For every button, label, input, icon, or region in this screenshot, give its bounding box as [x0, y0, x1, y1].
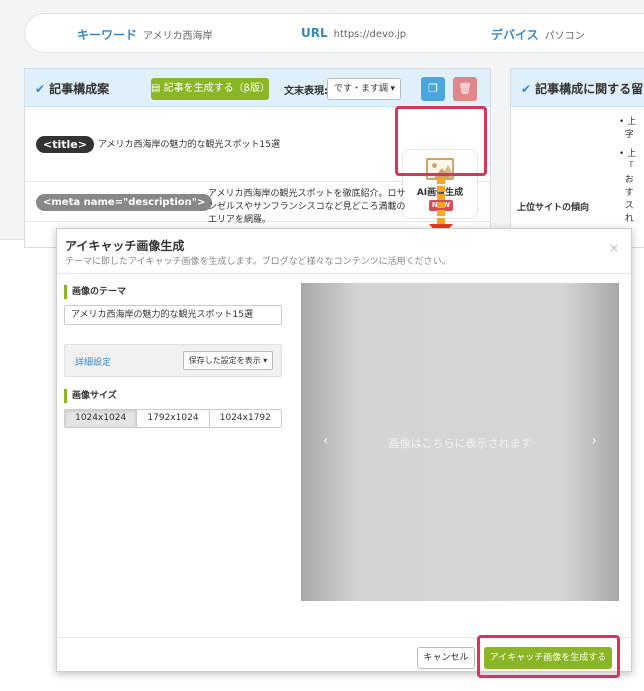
modal-subtitle: テーマに即したアイキャッチ画像を生成します。ブログなど様々なコンテンツに活用くだ… [65, 257, 451, 267]
detail-settings: 詳細設定 保存した設定を表示 ▾ [64, 344, 282, 377]
cancel-button[interactable]: キャンセル [417, 647, 475, 669]
notes-panel-title: ✔ 記事構成に関する留 [521, 82, 644, 96]
notes-bullet: れ [624, 214, 634, 224]
description-tag: <meta name="description"> [36, 194, 213, 211]
trend-label: 上位サイトの傾向 [517, 203, 590, 213]
copy-icon: ❐ [428, 82, 438, 95]
generate-button-highlight [477, 635, 620, 678]
notes-panel-header: ✔ 記事構成に関する留 [511, 69, 644, 107]
next-arrow-icon[interactable]: › [591, 433, 597, 449]
notes-bullet: • 上 [619, 149, 637, 159]
ending-style-label: 文末表現: [284, 86, 328, 97]
notes-bullet: お [624, 175, 634, 185]
size-option-1792x1024[interactable]: 1792x1024 [137, 410, 210, 427]
image-preview: ‹ 画像はこちらに表示されます › [301, 283, 619, 601]
title-tag: <title> [36, 136, 94, 153]
theme-input[interactable]: アメリカ西海岸の魅力的な観光スポット15選 [64, 305, 282, 325]
structure-panel-title: ✔ 記事構成案 [35, 82, 110, 96]
delete-button[interactable]: 🗑 [453, 77, 477, 101]
generate-article-button[interactable]: ▤ 記事を生成する（β版） [151, 78, 270, 100]
ending-style-select[interactable]: です・ます調 [327, 78, 401, 100]
title-text: アメリカ西海岸の魅力的な観光スポット15選 [98, 140, 281, 150]
document-icon: ▤ [151, 83, 164, 94]
notes-bullets: • 上 字 • 上 「 お す ス れ [619, 116, 636, 226]
notes-bullet: す [624, 188, 634, 198]
notes-bullet: ス [624, 201, 634, 211]
keyword-label: キーワード [77, 28, 138, 42]
device-label: デバイス [491, 28, 539, 42]
keyword-value: アメリカ西海岸 [143, 31, 213, 42]
check-icon: ✔ [521, 82, 532, 96]
modal-divider [57, 273, 631, 274]
trash-icon: 🗑 [458, 82, 472, 95]
close-icon[interactable]: × [609, 241, 619, 255]
notes-panel: ✔ 記事構成に関する留 • 上 字 • 上 「 お す ス れ 上位サイトの傾向 [510, 68, 644, 248]
device-field: デバイス パソコン [491, 26, 585, 43]
url-field: URL https://devo.jp [301, 26, 406, 40]
keyword-bar: キーワード アメリカ西海岸 URL https://devo.jp デバイス パソコン [24, 13, 644, 53]
size-option-1024x1792[interactable]: 1024x1792 [209, 410, 281, 427]
size-selector: 1024x1024 1792x1024 1024x1792 [64, 409, 282, 428]
description-text: アメリカ西海岸の観光スポットを徹底紹介。ロサンゼルスやサンフランシスコなど見どこ… [208, 189, 406, 225]
notes-bullet: 「 [624, 162, 634, 172]
detail-settings-link[interactable]: 詳細設定 [75, 355, 111, 368]
background-app: キーワード アメリカ西海岸 URL https://devo.jp デバイス パソコン… [0, 0, 644, 248]
check-icon: ✔ [35, 82, 46, 96]
preview-placeholder: 画像はこちらに表示されます [388, 437, 532, 450]
theme-label: 画像のテーマ [64, 285, 126, 299]
ai-button-highlight [395, 106, 487, 176]
keyword-field: キーワード アメリカ西海岸 [77, 26, 213, 43]
saved-settings-button[interactable]: 保存した設定を表示 ▾ [183, 351, 273, 370]
description-row: <meta name="description"> アメリカ西海岸の観光スポット… [25, 182, 490, 225]
size-option-1024x1024[interactable]: 1024x1024 [65, 410, 138, 427]
notes-bullet: • 上 [619, 117, 637, 127]
eyecatch-modal: アイキャッチ画像生成 テーマに即したアイキャッチ画像を生成します。ブログなど様々… [56, 228, 632, 672]
modal-title: アイキャッチ画像生成 [65, 239, 185, 253]
device-value: パソコン [544, 31, 585, 42]
arrow-stem [437, 178, 445, 224]
size-label: 画像サイズ [64, 389, 117, 403]
copy-button[interactable]: ❐ [421, 77, 445, 101]
structure-panel-header: ✔記事構成案 ▤ 記事を生成する（β版） 文末表現: です・ます調 ❐ 🗑 [25, 69, 490, 107]
url-label: URL [301, 26, 328, 40]
notes-bullet: 字 [624, 130, 634, 140]
url-value: https://devo.jp [333, 29, 407, 40]
